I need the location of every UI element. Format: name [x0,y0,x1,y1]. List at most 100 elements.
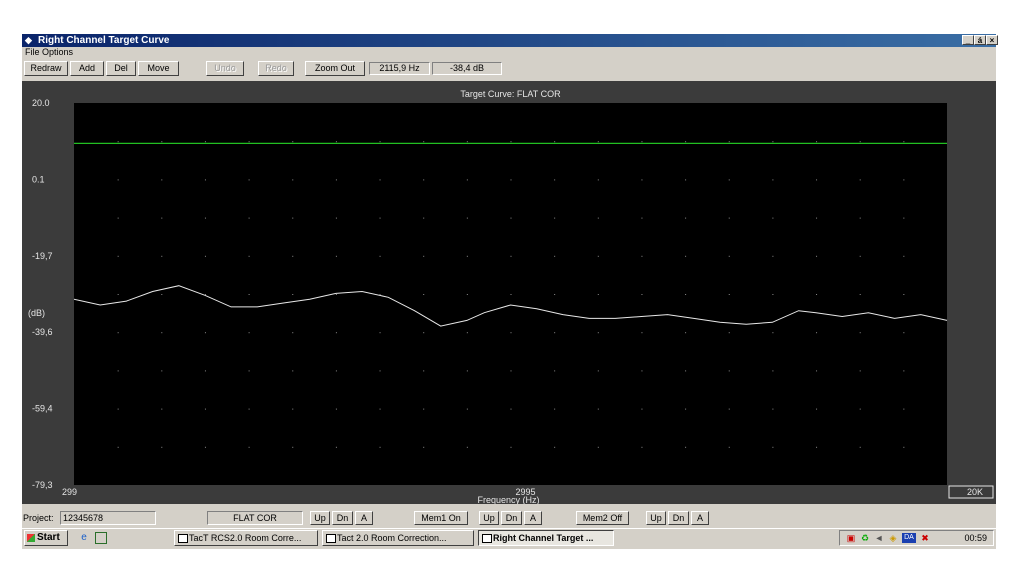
grid-dot [859,446,861,448]
task-tact-room-correction[interactable]: Tact 2.0 Room Correction... [322,530,474,546]
grid-dot [466,141,468,143]
curve-a-button[interactable]: A [355,511,373,525]
grid-dot [466,332,468,334]
grid-dot [903,408,905,410]
grid-dot [335,408,337,410]
target-curve-chart[interactable]: Target Curve: FLAT COR 20.0 0.1 -19,7 -39,6 -… [22,81,996,505]
mem2-up-button[interactable]: Up [646,511,666,525]
mem1-button[interactable]: Mem1 On [414,511,468,525]
sync-icon[interactable]: ♻ [860,533,870,543]
grid-dot [554,141,556,143]
grid-dot [685,332,687,334]
grid-dot [292,255,294,257]
grid-dot [510,332,512,334]
grid-dot [117,332,119,334]
menu-bar: File Options [22,47,996,58]
grid-dot [248,408,250,410]
grid-dot [859,255,861,257]
window-icon [326,534,336,543]
title-bar[interactable]: ◆ Right Channel Target Curve _ á × [22,34,998,47]
grid-dot [117,446,119,448]
task-tact-rcs[interactable]: TacT RCS2.0 Room Corre... [174,530,318,546]
grid-dot [204,332,206,334]
minimize-button[interactable]: _ [962,35,974,45]
grid-dot [510,446,512,448]
grid-dot [204,255,206,257]
grid-dot [379,255,381,257]
window-icon [482,534,492,543]
grid-dot [903,179,905,181]
clock: 00:59 [964,533,987,543]
x-axis-label: Frequency (Hz) [477,495,539,504]
start-button[interactable]: Start [24,530,68,546]
project-label: Project: [23,513,54,523]
project-field[interactable]: 12345678 [60,511,156,525]
grid-dot [292,408,294,410]
grid-dot [510,408,512,410]
volume-icon[interactable]: ◄ [874,533,884,543]
grid-dot [466,255,468,257]
disconnect-icon[interactable]: ✖ [920,533,930,543]
curve-dn-button[interactable]: Dn [332,511,353,525]
task-label: TacT RCS2.0 Room Corre... [189,533,302,543]
undo-button[interactable]: Undo [206,61,244,76]
grid-dot [466,217,468,219]
grid-dot [859,294,861,295]
grid-dot [641,294,643,295]
grid-dot [292,370,294,372]
menu-options[interactable]: Options [42,47,73,58]
show-desktop-icon[interactable] [95,532,107,544]
internet-explorer-icon[interactable]: e [78,532,90,544]
app-icon[interactable]: ◆ [25,35,35,45]
grid-dot [335,255,337,257]
grid-dot [510,217,512,219]
mem2-dn-button[interactable]: Dn [668,511,689,525]
redraw-button[interactable]: Redraw [24,61,68,76]
mem2-button[interactable]: Mem2 Off [576,511,629,525]
grid-dot [204,408,206,410]
grid-dot [903,141,905,143]
curve-name-field: FLAT COR [207,511,303,525]
grid-dot [423,217,425,219]
grid-dot [117,255,119,257]
grid-dot [423,255,425,257]
del-button[interactable]: Del [106,61,136,76]
y-tick-label: 20.0 [32,98,50,108]
grid-dot [117,141,119,143]
close-button[interactable]: × [986,35,998,45]
x-tick-label: 299 [62,487,77,497]
grid-dot [466,294,468,295]
task-right-channel[interactable]: Right Channel Target ... [478,530,614,546]
grid-dot [641,446,643,448]
grid-dot [903,446,905,448]
redo-button[interactable]: Redo [258,61,294,76]
da-tray-icon[interactable]: DA [902,533,916,543]
move-button[interactable]: Move [138,61,179,76]
grid-dot [379,141,381,143]
add-button[interactable]: Add [70,61,104,76]
grid-dot [859,332,861,334]
grid-dot [161,255,163,257]
maximize-button[interactable]: á [974,35,986,45]
network-icon[interactable]: ▣ [846,533,856,543]
grid-dot [641,179,643,181]
grid-dot [641,217,643,219]
grid-dot [510,294,512,295]
grid-dot [772,141,774,143]
window-icon [178,534,188,543]
curve-up-button[interactable]: Up [310,511,330,525]
grid-dot [816,217,818,219]
shield-icon[interactable]: ◈ [888,533,898,543]
grid-dot [335,179,337,181]
mem1-dn-button[interactable]: Dn [501,511,522,525]
mem1-up-button[interactable]: Up [479,511,499,525]
mem2-a-button[interactable]: A [691,511,709,525]
mem1-a-button[interactable]: A [524,511,542,525]
grid-dot [728,217,730,219]
bottom-bar: Project: 12345678 FLAT COR Up Dn A Mem1 … [22,511,996,527]
grid-dot [423,179,425,181]
grid-dot [903,217,905,219]
zoom-out-button[interactable]: Zoom Out [305,61,365,76]
menu-file[interactable]: File [25,47,40,58]
grid-dot [859,370,861,372]
